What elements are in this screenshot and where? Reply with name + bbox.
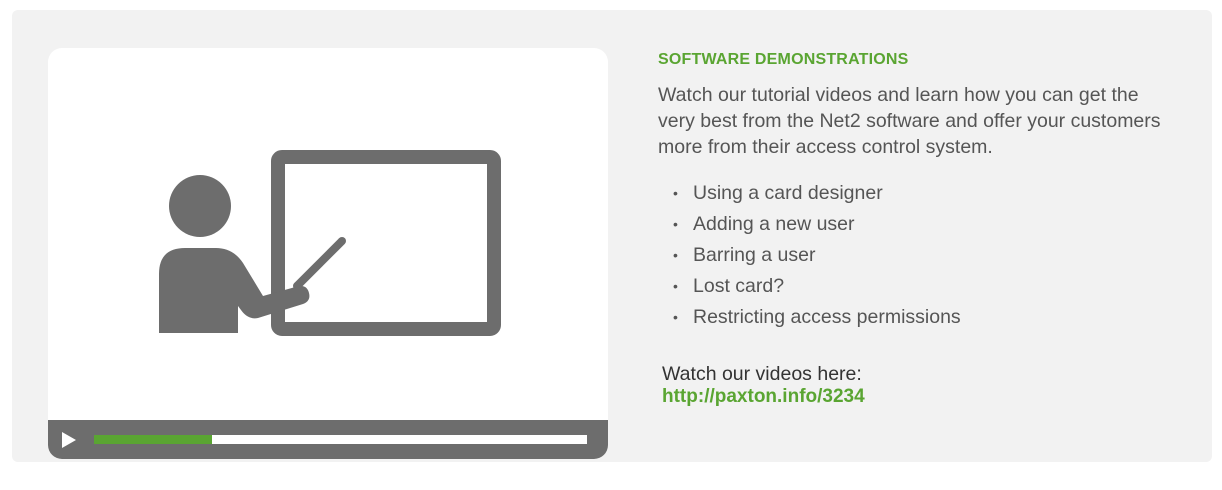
description-panel: SOFTWARE DEMONSTRATIONS Watch our tutori… [658, 50, 1178, 408]
bullet-icon: • [673, 278, 678, 294]
list-item: • Lost card? [673, 271, 1178, 302]
intro-text: Watch our tutorial videos and learn how … [658, 84, 1161, 158]
section-heading: SOFTWARE DEMONSTRATIONS [658, 51, 909, 68]
cta-label: Watch our videos here: [662, 363, 862, 385]
topic-list: • Using a card designer • Adding a new u… [658, 178, 1178, 333]
video-player[interactable] [48, 48, 608, 459]
list-item-label: Barring a user [693, 244, 816, 266]
bullet-icon: • [673, 185, 678, 201]
list-item: • Restricting access permissions [673, 302, 1178, 333]
list-item: • Barring a user [673, 240, 1178, 271]
list-item-label: Restricting access permissions [693, 306, 961, 328]
list-item: • Using a card designer [673, 178, 1178, 209]
list-item-label: Adding a new user [693, 213, 855, 235]
tutorial-card: SOFTWARE DEMONSTRATIONS Watch our tutori… [12, 10, 1212, 462]
list-item-label: Lost card? [693, 275, 785, 297]
bullet-icon: • [673, 216, 678, 232]
video-controls [48, 420, 608, 459]
list-item: • Adding a new user [673, 209, 1178, 240]
bullet-icon: • [673, 309, 678, 325]
presenter-whiteboard-icon [159, 150, 501, 336]
play-icon[interactable] [61, 432, 77, 448]
videos-link[interactable]: http://paxton.info/3234 [662, 386, 865, 408]
progress-bar[interactable] [94, 435, 587, 444]
progress-fill [94, 435, 213, 444]
list-item-label: Using a card designer [693, 182, 883, 204]
bullet-icon: • [673, 247, 678, 263]
cta-block: Watch our videos here: http://paxton.inf… [658, 363, 1178, 408]
